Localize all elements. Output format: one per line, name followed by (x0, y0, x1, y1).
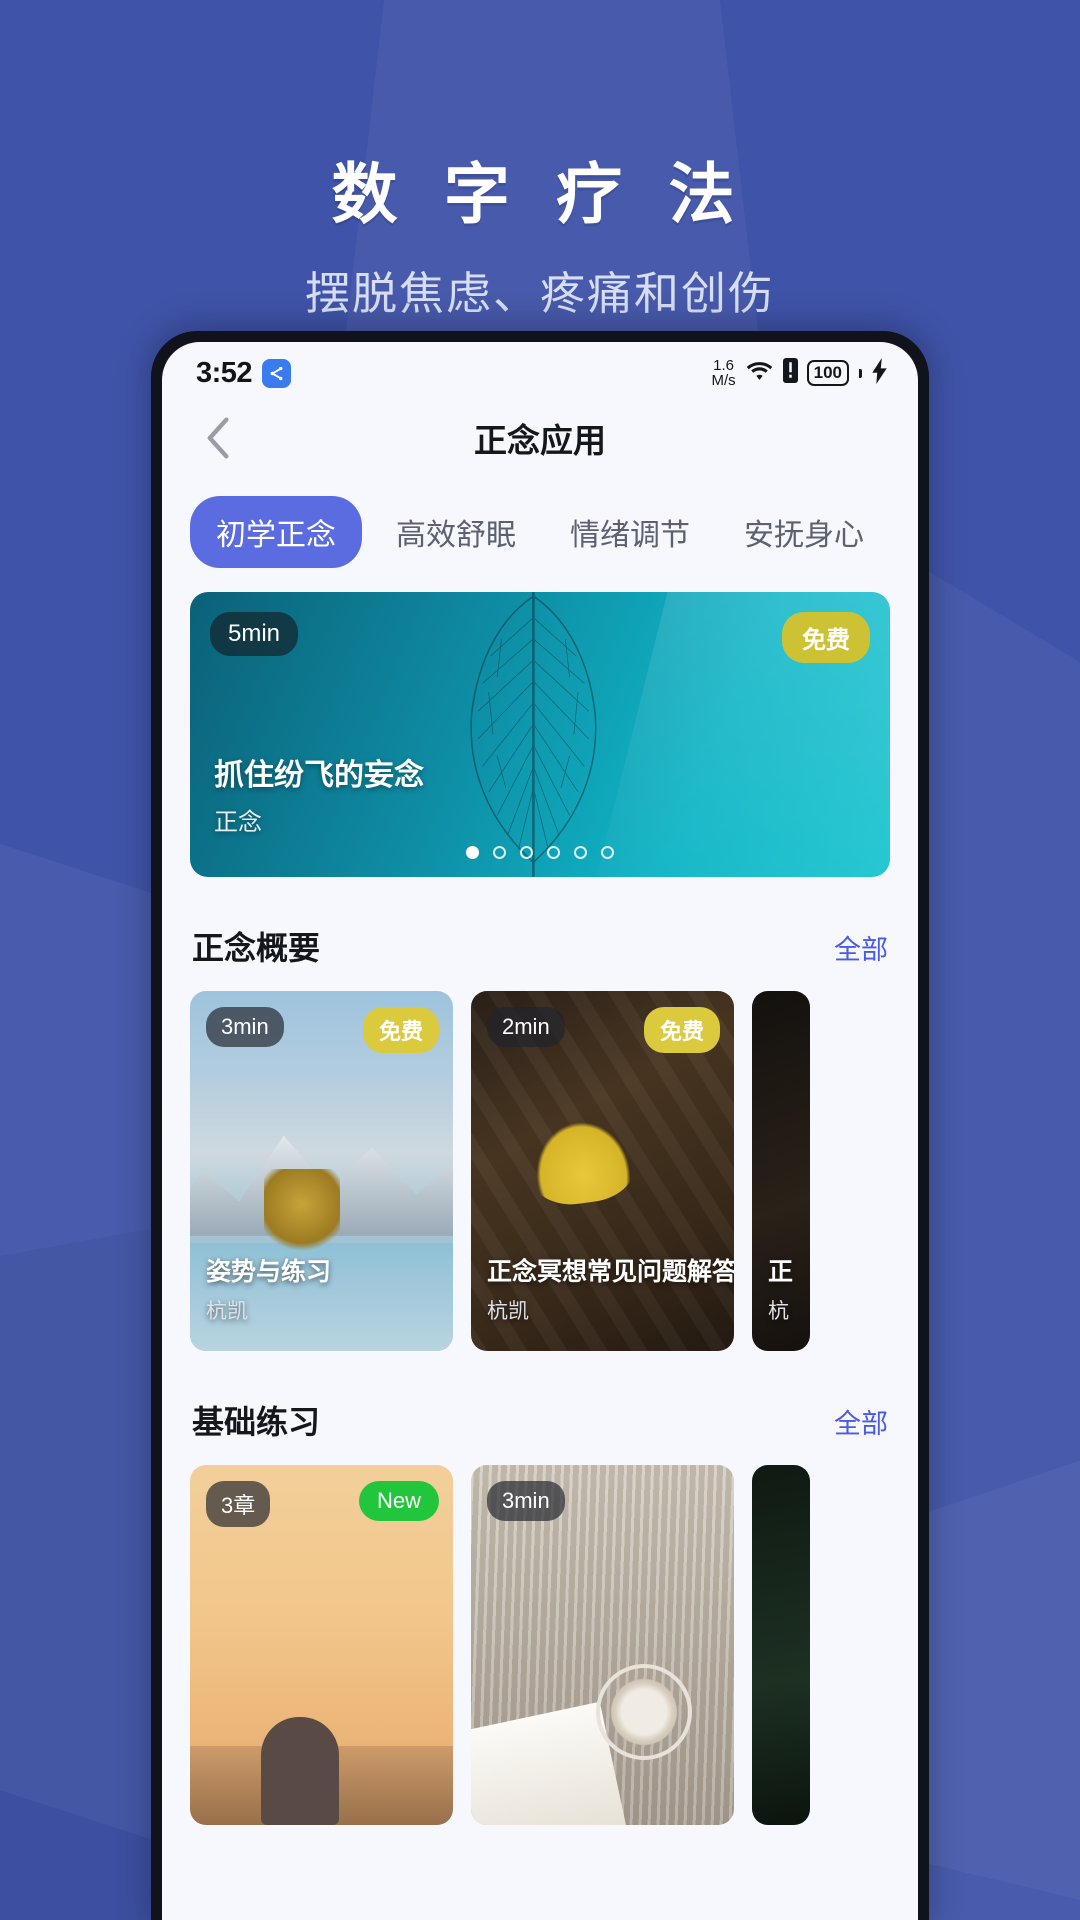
card-row-basics: 3章 New 3min (162, 1465, 918, 1825)
card-free-badge: 免费 (643, 1007, 720, 1053)
hero-text-block: 抓住纷飞的妄念 正念 (214, 750, 424, 837)
carousel-dot-3[interactable] (520, 846, 533, 859)
tab-soothe-body-mind[interactable]: 安抚身心 (724, 496, 884, 568)
card-chapter-badge: 3章 (206, 1481, 271, 1527)
card-posture-practice[interactable]: 3min 免费 姿势与练习 杭凯 (190, 991, 453, 1351)
app-header: 正念应用 (162, 398, 918, 478)
battery-icon: 100 (806, 360, 849, 386)
phone-device-frame: 3:52 1.6 M/s 100 正念应用 初学正念 高效舒眠 情绪调节 安抚身… (151, 331, 929, 1920)
battery-level: 100 (813, 363, 842, 382)
hero-title: 抓住纷飞的妄念 (214, 759, 424, 792)
section-header-overview: 正念概要 全部 (162, 877, 918, 991)
card-title: 姿势与练习 (206, 1258, 332, 1286)
carousel-dot-5[interactable] (574, 846, 587, 859)
network-speed: 1.6 M/s (711, 358, 735, 388)
carousel-dot-2[interactable] (493, 846, 506, 859)
card-text-block: 正念冥想常见问题解答 杭凯 (487, 1252, 734, 1325)
card-new-badge: New (358, 1481, 439, 1521)
card-free-badge: 免费 (362, 1007, 439, 1053)
card-duration-badge: 3min (206, 1007, 284, 1047)
card-duration-badge: 2min (487, 1007, 565, 1047)
carousel-dot-4[interactable] (547, 846, 560, 859)
card-text-block: 姿势与练习 杭凯 (206, 1252, 443, 1325)
hero-carousel-wrap: 5min 免费 抓住纷飞的妄念 正念 (162, 586, 918, 877)
signal-icon (782, 358, 798, 388)
category-tabs: 初学正念 高效舒眠 情绪调节 安抚身心 (162, 478, 918, 586)
wifi-icon (745, 359, 774, 388)
phone-screen: 3:52 1.6 M/s 100 正念应用 初学正念 高效舒眠 情绪调节 安抚身… (162, 342, 918, 1920)
promo-title: 数 字 疗 法 (331, 157, 749, 231)
card-row-overview: 3min 免费 姿势与练习 杭凯 2min 免费 正念冥想常见问题解答 杭凯 正… (162, 991, 918, 1351)
card-peek-next-basics[interactable] (752, 1465, 810, 1825)
card-peek-next[interactable]: 正 杭 (752, 991, 810, 1351)
share-chip-icon (262, 358, 292, 388)
card-text-block: 正 杭 (768, 1252, 800, 1325)
carousel-dot-1[interactable] (466, 846, 479, 859)
section-header-basics: 基础练习 全部 (162, 1351, 918, 1465)
status-bar-right: 1.6 M/s 100 (711, 357, 888, 389)
promo-subtitle: 摆脱焦虑、疼痛和创伤 (304, 267, 775, 319)
card-author: 杭 (768, 1300, 789, 1323)
section-title-overview: 正念概要 (192, 930, 321, 966)
hero-duration-badge: 5min (210, 612, 299, 656)
tab-beginner-mindfulness[interactable]: 初学正念 (190, 496, 362, 568)
card-author: 杭凯 (487, 1300, 529, 1323)
charging-bolt-icon (871, 357, 888, 389)
card-duration-badge: 3min (487, 1481, 565, 1521)
card-art-tree (263, 1169, 340, 1258)
card-title: 正 (768, 1258, 794, 1286)
network-speed-unit: M/s (711, 372, 736, 389)
card-basics-chapters[interactable]: 3章 New (190, 1465, 453, 1825)
hero-carousel-card[interactable]: 5min 免费 抓住纷飞的妄念 正念 (190, 592, 890, 877)
carousel-dot-6[interactable] (601, 846, 614, 859)
hero-free-badge: 免费 (782, 612, 870, 663)
battery-nub-icon (859, 368, 862, 378)
card-meditation-faq[interactable]: 2min 免费 正念冥想常见问题解答 杭凯 (471, 991, 734, 1351)
section-more-basics[interactable]: 全部 (834, 1402, 888, 1441)
card-title: 正念冥想常见问题解答 (487, 1258, 734, 1286)
section-more-overview[interactable]: 全部 (834, 928, 888, 967)
card-art-figure (261, 1717, 340, 1825)
card-author: 杭凯 (206, 1300, 248, 1323)
section-title-basics: 基础练习 (192, 1404, 321, 1440)
tab-emotion-regulation[interactable]: 情绪调节 (550, 496, 710, 568)
status-bar: 3:52 1.6 M/s 100 (162, 342, 918, 398)
status-time: 3:52 (196, 356, 253, 389)
card-art-coffee-cup (595, 1664, 692, 1761)
tab-efficient-sleep[interactable]: 高效舒眠 (376, 496, 536, 568)
page-title: 正念应用 (474, 422, 606, 459)
card-basics-wood[interactable]: 3min (471, 1465, 734, 1825)
promo-header: 数 字 疗 法 摆脱焦虑、疼痛和创伤 (0, 0, 1080, 322)
carousel-dots (190, 846, 890, 859)
hero-subtitle: 正念 (214, 809, 262, 836)
status-bar-left: 3:52 (196, 356, 292, 390)
